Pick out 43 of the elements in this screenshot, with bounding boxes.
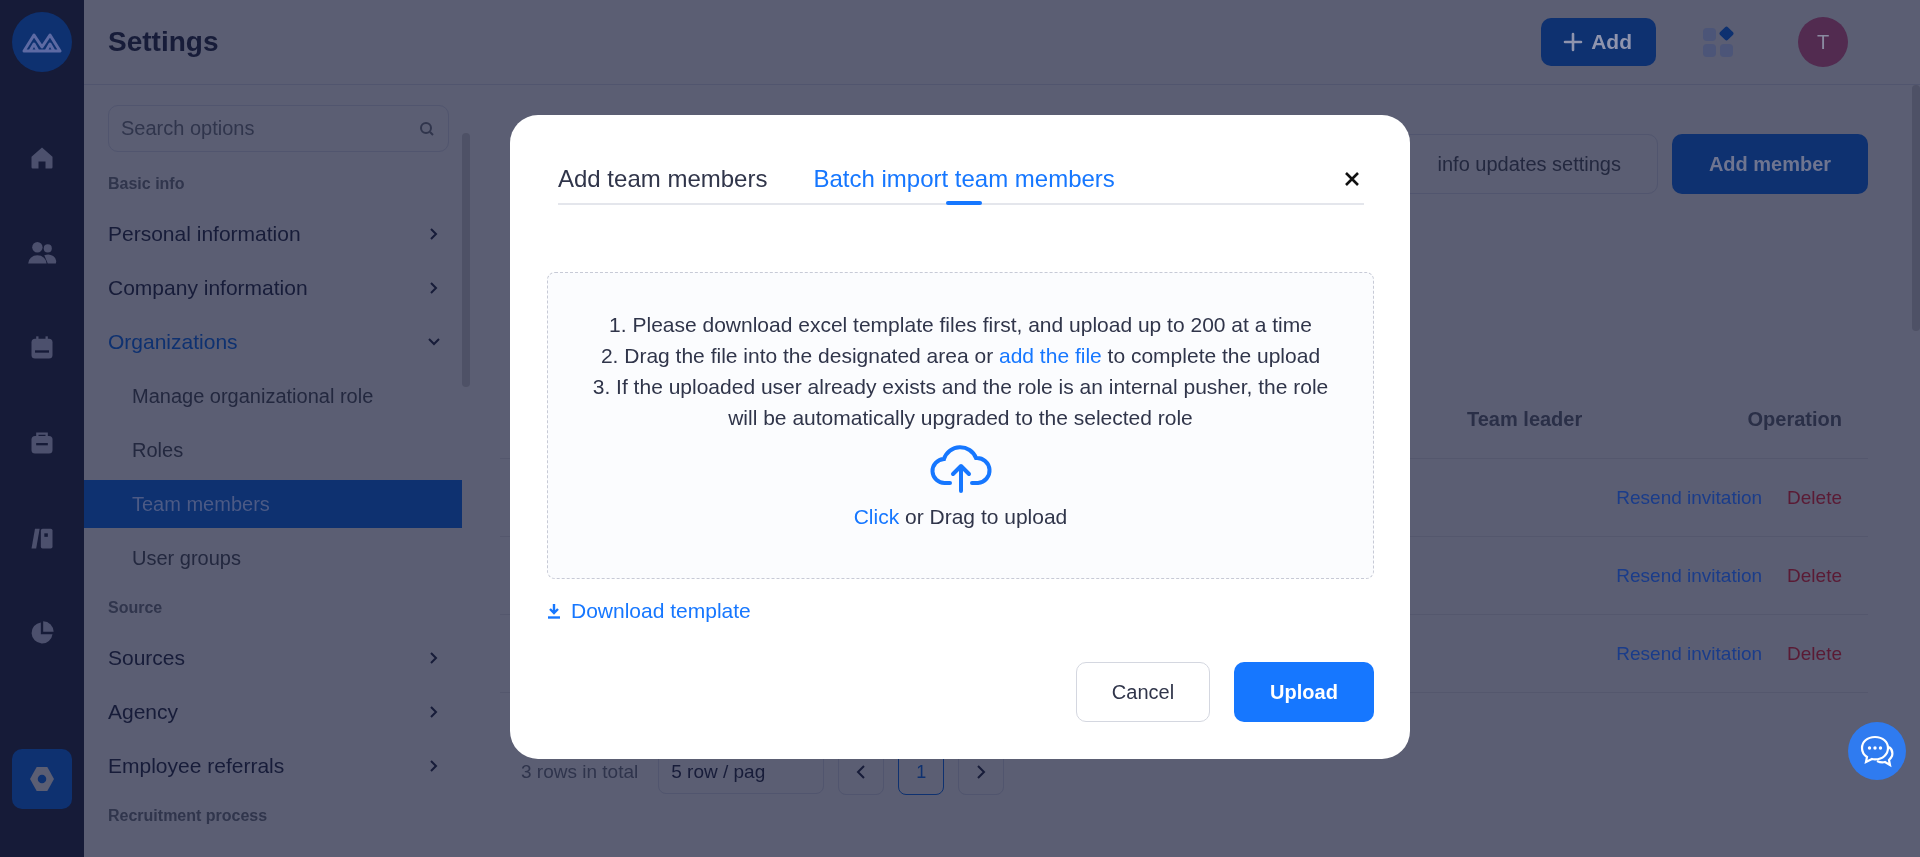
- delete-link[interactable]: Delete: [1787, 486, 1842, 509]
- nav-item[interactable]: Organizations: [108, 315, 449, 369]
- delete-link[interactable]: Delete: [1787, 642, 1842, 665]
- close-icon[interactable]: [1344, 171, 1360, 187]
- instruction-text: 2. Drag the file into the designated area or add the file to complete the upload: [599, 343, 1322, 369]
- rail-settings-icon[interactable]: [12, 749, 72, 809]
- chevron-left-icon: [856, 765, 867, 779]
- upload-button[interactable]: Upload: [1234, 662, 1374, 722]
- plus-icon: [1563, 32, 1584, 52]
- apps-icon[interactable]: [1702, 26, 1736, 58]
- nav-subitem[interactable]: Manage organizational role: [84, 369, 462, 423]
- dialog-tab[interactable]: Batch import team members: [813, 155, 1115, 203]
- add-button[interactable]: Add: [1541, 18, 1656, 66]
- add-file-link[interactable]: add the file: [999, 344, 1102, 367]
- nav-item[interactable]: Sources: [108, 631, 449, 685]
- cloud-upload-icon: [929, 443, 992, 493]
- chevron-right-icon: [976, 765, 987, 779]
- nav-item[interactable]: Company information: [108, 261, 449, 315]
- logo-icon[interactable]: [12, 12, 72, 72]
- search-icon: [419, 121, 435, 137]
- download-template-link[interactable]: Download template: [547, 599, 751, 623]
- upload-dropzone[interactable]: [547, 272, 1374, 579]
- nav-item[interactable]: Personal information: [108, 207, 449, 261]
- resend-link[interactable]: Resend invitation: [1616, 564, 1763, 587]
- dialog-tab[interactable]: Add team members: [558, 155, 768, 203]
- page-title: Settings: [108, 26, 219, 58]
- chat-icon[interactable]: [1848, 722, 1906, 780]
- resend-link[interactable]: Resend invitation: [1616, 486, 1763, 509]
- instruction-text: 1. Please download excel template files first, and upload up to 200 at a time: [608, 312, 1313, 338]
- add-member-button[interactable]: Add member: [1672, 134, 1868, 194]
- delete-link[interactable]: Delete: [1787, 564, 1842, 587]
- nav-subitem[interactable]: Roles: [84, 423, 462, 477]
- nav-item[interactable]: Agency: [108, 685, 449, 739]
- nav-subitem[interactable]: Team members: [84, 480, 462, 528]
- cancel-button[interactable]: Cancel: [1076, 662, 1210, 722]
- nav-item[interactable]: Employee referrals: [108, 739, 449, 793]
- resend-link[interactable]: Resend invitation: [1616, 642, 1763, 665]
- user-avatar[interactable]: T: [1798, 17, 1848, 67]
- instruction-text: 3. If the uploaded user already exists and the role is an internal pusher, the role will be automatically upgraded to the selected role: [591, 374, 1330, 431]
- click-link[interactable]: Click: [853, 505, 900, 528]
- nav-subitem[interactable]: User groups: [84, 531, 462, 585]
- upload-prompt: Click or Drag to upload: [853, 505, 1068, 529]
- download-icon: [547, 603, 561, 619]
